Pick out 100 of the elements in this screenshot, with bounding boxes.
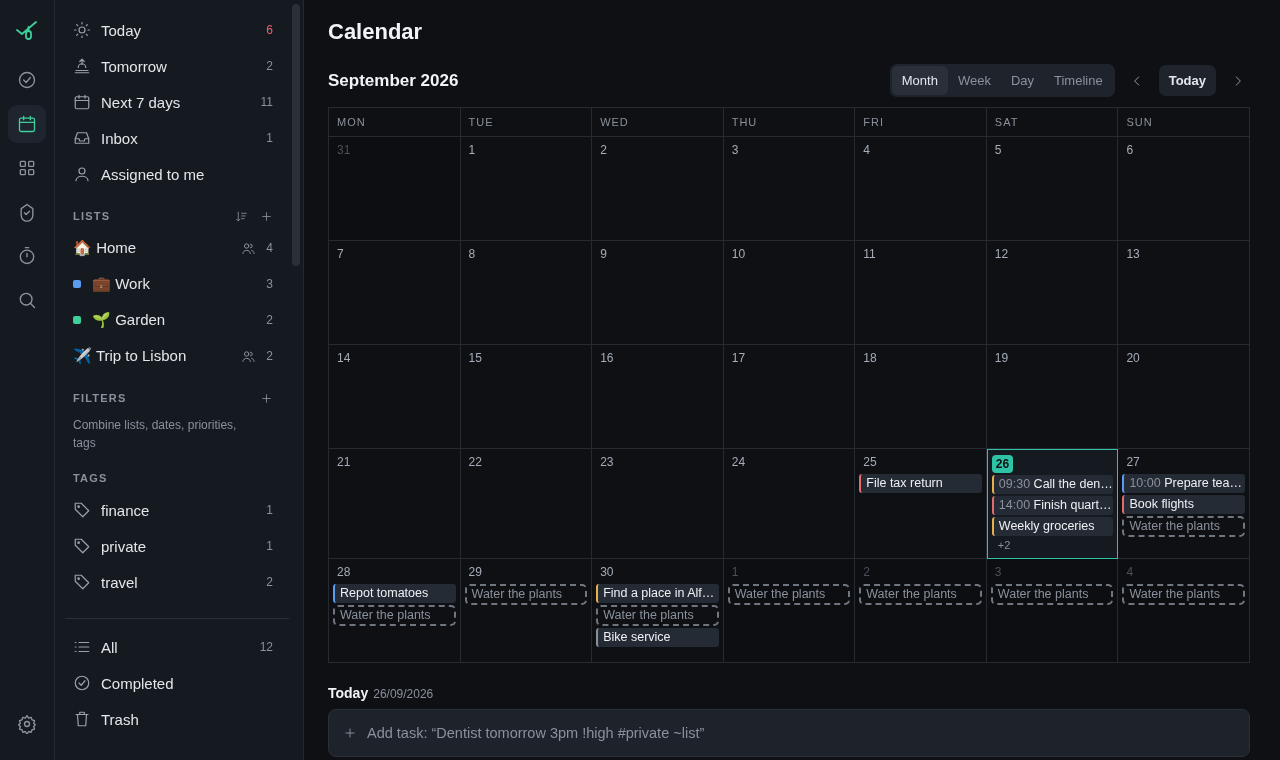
- day-cell[interactable]: 20: [1118, 345, 1250, 449]
- item-count: 2: [266, 575, 273, 589]
- day-cell[interactable]: 4 Water the plants: [1118, 559, 1250, 663]
- sidebar-item[interactable]: Next 7 days 11: [65, 84, 281, 120]
- recurring-event-chip[interactable]: Water the plants: [464, 584, 588, 605]
- item-count: 3: [266, 277, 273, 291]
- recurring-event-chip[interactable]: Water the plants: [1122, 584, 1245, 605]
- day-cell[interactable]: 16: [592, 345, 724, 449]
- view-tab[interactable]: Week: [947, 66, 1001, 95]
- event-chip[interactable]: Find a place in Alf…: [596, 584, 719, 603]
- event-chip[interactable]: File tax return: [859, 474, 982, 493]
- sidebar-item[interactable]: private 1: [65, 528, 281, 564]
- day-cell[interactable]: 12: [986, 241, 1119, 345]
- day-cell[interactable]: 25 File tax return: [855, 449, 987, 559]
- event-chip[interactable]: Weekly groceries: [991, 517, 1114, 536]
- day-cell[interactable]: 7: [329, 241, 461, 345]
- sidebar-item[interactable]: Inbox 1: [65, 120, 281, 156]
- day-cell[interactable]: 30 Find a place in Alf… Water the plants Bike service: [592, 559, 724, 663]
- view-tab[interactable]: Month: [891, 66, 948, 95]
- day-cell[interactable]: 29 Water the plants: [460, 559, 593, 663]
- sidebar-item[interactable]: finance 1: [65, 492, 281, 528]
- sidebar-item[interactable]: ✈ Trip to Lisbon 2: [65, 338, 281, 374]
- date-number: 22: [467, 454, 483, 471]
- day-cell[interactable]: 2 Water the plants: [855, 559, 987, 663]
- day-cell[interactable]: 9: [592, 241, 724, 345]
- weekday-label: THU: [731, 116, 758, 128]
- day-cell[interactable]: 3: [723, 137, 856, 241]
- date-number: 24: [730, 454, 747, 471]
- calendar-button[interactable]: [8, 105, 46, 143]
- day-cell[interactable]: 5: [986, 137, 1119, 241]
- day-cell[interactable]: 18: [855, 345, 987, 449]
- recurring-event-chip[interactable]: Water the plants: [859, 584, 982, 605]
- item-count: 1: [266, 539, 273, 553]
- event-chip[interactable]: 10:00 Prepare tea…: [1122, 474, 1245, 493]
- day-cell[interactable]: 1: [460, 137, 593, 241]
- plus-icon[interactable]: [260, 391, 273, 405]
- weekday-label: SUN: [1126, 116, 1153, 128]
- item-count: 2: [266, 349, 273, 363]
- recurring-event-chip[interactable]: Water the plants: [990, 584, 1114, 605]
- sort-icon[interactable]: [235, 209, 248, 223]
- day-cell[interactable]: 4: [855, 137, 987, 241]
- event-chip[interactable]: 14:00 Finish quart…: [991, 496, 1114, 515]
- date-number: 15: [467, 350, 483, 367]
- date-number: 29: [467, 564, 483, 581]
- date-number: 28: [336, 564, 352, 581]
- sidebar-item[interactable]: 🏠 Home 4: [65, 230, 281, 266]
- day-cell[interactable]: 23: [592, 449, 724, 559]
- day-cell[interactable]: 11: [855, 241, 987, 345]
- sidebar-item[interactable]: Assigned to me: [65, 156, 281, 192]
- day-cell[interactable]: 27 10:00 Prepare tea… Book flights Water the plants: [1118, 449, 1250, 559]
- day-cell[interactable]: 26 09:30 Call the den… 14:00 Finish quart… Weekly groceries +2: [986, 449, 1119, 559]
- day-cell[interactable]: 8: [460, 241, 593, 345]
- day-cell[interactable]: 1 Water the plants: [723, 559, 856, 663]
- trash-icon: [73, 710, 91, 728]
- sidebar-item[interactable]: Tomorrow 2: [65, 48, 281, 84]
- sidebar-item[interactable]: All 12: [65, 629, 281, 665]
- day-cell[interactable]: 3 Water the plants: [986, 559, 1119, 663]
- event-chip[interactable]: Bike service: [596, 628, 719, 647]
- day-cell[interactable]: 24: [723, 449, 856, 559]
- view-tab[interactable]: Timeline: [1044, 66, 1113, 95]
- day-cell[interactable]: 19: [986, 345, 1119, 449]
- event-chip[interactable]: 09:30 Call the den…: [991, 475, 1114, 494]
- recurring-event-chip[interactable]: Water the plants: [727, 584, 851, 605]
- date-number: 18: [862, 350, 878, 367]
- more-events-link[interactable]: +2: [991, 538, 1017, 552]
- sidebar-item[interactable]: Today 6: [65, 12, 281, 48]
- day-cell[interactable]: 21: [329, 449, 461, 559]
- day-cell[interactable]: 17: [723, 345, 856, 449]
- plus-icon[interactable]: [260, 209, 273, 223]
- day-cell[interactable]: 28 Repot tomatoes Water the plants: [329, 559, 461, 663]
- date-number: 5: [993, 142, 1003, 159]
- event-chip[interactable]: Repot tomatoes: [333, 584, 456, 603]
- sidebar-item[interactable]: 💼 Work 3: [65, 266, 281, 302]
- day-cell[interactable]: 6: [1118, 137, 1250, 241]
- day-cell[interactable]: 22: [460, 449, 593, 559]
- today-button[interactable]: Today: [1158, 65, 1216, 96]
- day-cell[interactable]: 15: [460, 345, 593, 449]
- item-count: 6: [266, 23, 273, 37]
- date-number: 14: [336, 350, 352, 367]
- recurring-event-chip[interactable]: Water the plants: [333, 605, 456, 626]
- sidebar-item[interactable]: Completed: [65, 665, 281, 701]
- add-task-field[interactable]: Add task: “Dentist tomorrow 3pm !high #private ~list”: [328, 709, 1250, 757]
- recurring-event-chip[interactable]: Water the plants: [596, 605, 719, 626]
- event-chip[interactable]: Book flights: [1122, 495, 1245, 514]
- sidebar-item[interactable]: Trash: [65, 701, 281, 737]
- recurring-event-chip[interactable]: Water the plants: [1122, 516, 1245, 537]
- sidebar-item[interactable]: 🌱 Garden 2: [65, 302, 281, 338]
- date-number: 31: [336, 142, 352, 159]
- day-cell[interactable]: 13: [1118, 241, 1250, 345]
- check-circle-icon: [73, 674, 91, 692]
- date-number: 3: [730, 142, 740, 159]
- day-cell[interactable]: 10: [723, 241, 856, 345]
- sidebar-item[interactable]: travel 2: [65, 564, 281, 600]
- view-tab[interactable]: Day: [1000, 66, 1044, 95]
- item-count: 1: [266, 131, 273, 145]
- date-number: 17: [730, 350, 747, 367]
- day-cell[interactable]: 14: [329, 345, 461, 449]
- day-cell[interactable]: 2: [592, 137, 724, 241]
- tag-icon: [73, 537, 91, 555]
- inbox-icon: [73, 129, 91, 147]
